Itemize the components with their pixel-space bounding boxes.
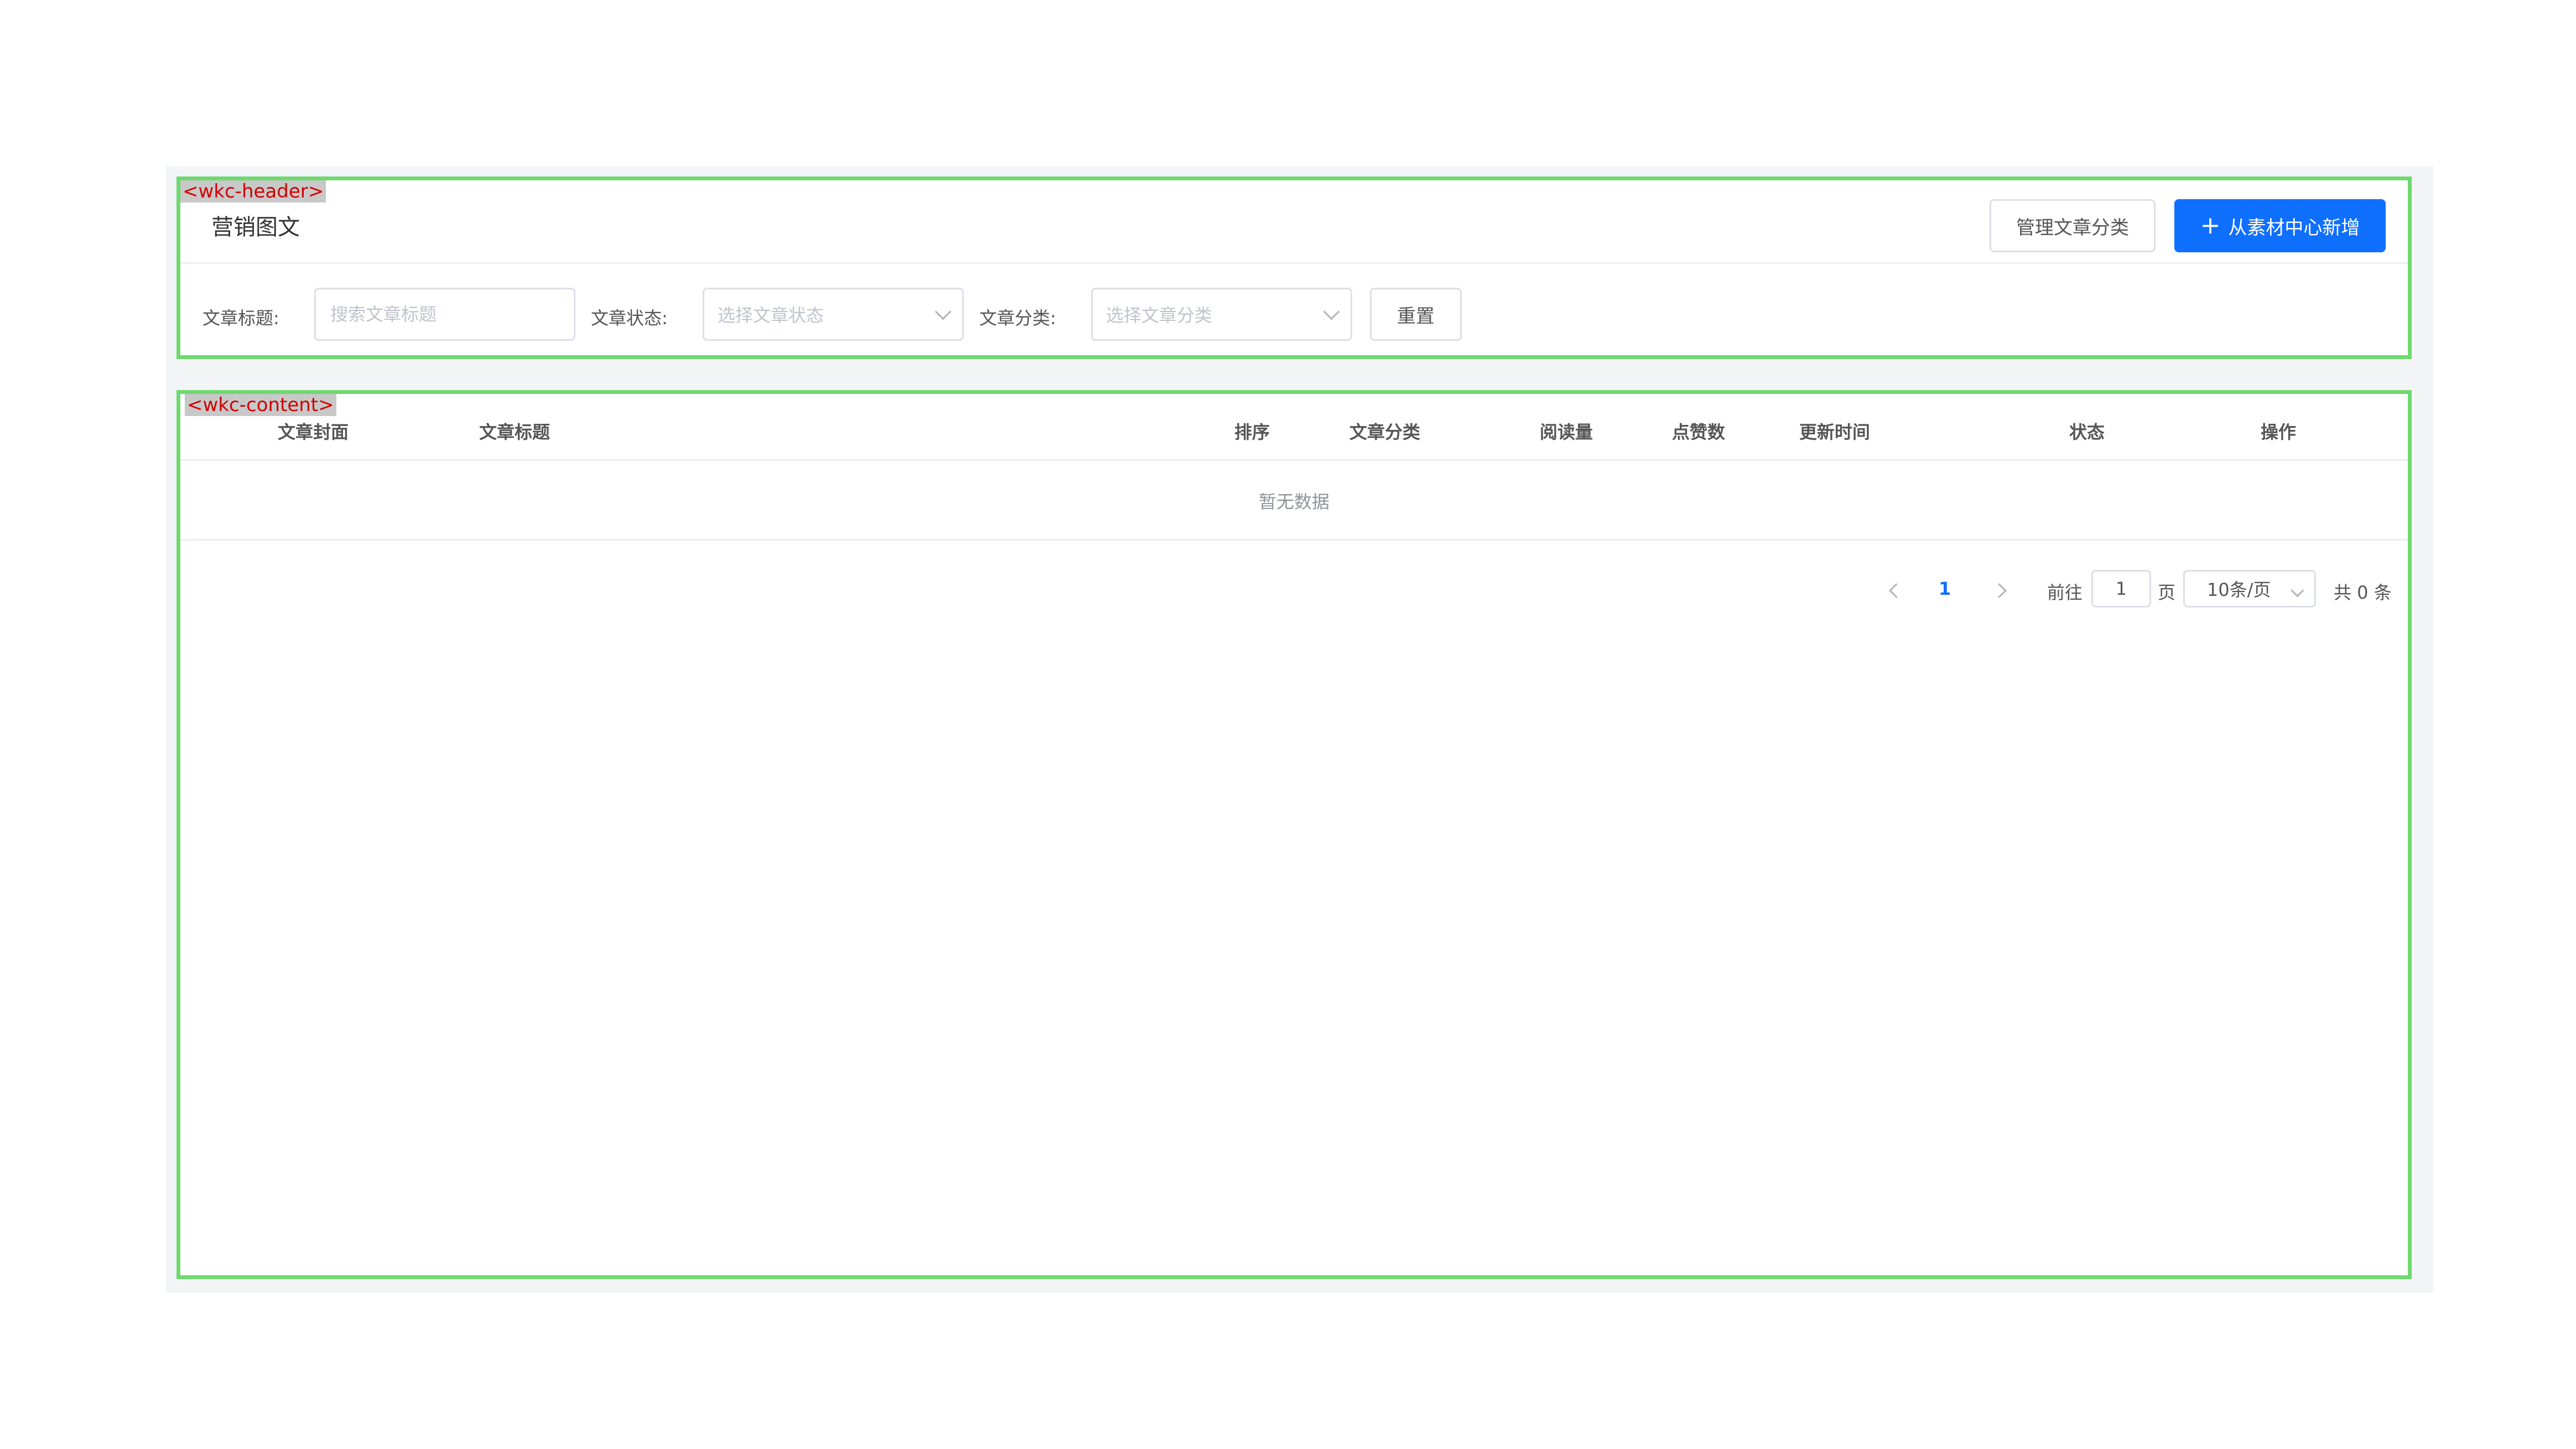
chevron-down-icon [1323, 303, 1340, 320]
current-page-number[interactable]: 1 [1939, 578, 1951, 599]
add-from-library-button[interactable]: + 从素材中心新增 [2174, 199, 2386, 252]
column-header-title: 文章标题 [479, 422, 550, 443]
category-select[interactable]: 选择文章分类 [1091, 288, 1352, 341]
status-select-placeholder: 选择文章状态 [718, 305, 824, 326]
next-page-icon[interactable] [1992, 583, 2007, 598]
prev-page-icon[interactable] [1889, 583, 1904, 598]
table-header: 文章封面 文章标题 排序 文章分类 阅读量 点赞数 更新时间 状态 操作 [180, 394, 2408, 461]
column-header-likes: 点赞数 [1672, 422, 1726, 443]
page-title: 营销图文 [211, 215, 300, 240]
manage-category-button[interactable]: 管理文章分类 [1990, 199, 2156, 252]
category-select-placeholder: 选择文章分类 [1106, 305, 1213, 326]
add-from-library-label: 从素材中心新增 [2228, 216, 2360, 239]
reset-label: 重置 [1397, 305, 1435, 328]
title-search-input[interactable] [329, 303, 560, 325]
content-annotation-tag: <wkc-content> [185, 394, 336, 416]
goto-page-value: 1 [2115, 578, 2127, 599]
goto-suffix: 页 [2158, 582, 2176, 603]
goto-page-input[interactable]: 1 [2091, 570, 2151, 607]
column-header-status: 状态 [2069, 422, 2105, 443]
reset-button[interactable]: 重置 [1370, 288, 1462, 341]
chevron-down-icon [2291, 584, 2304, 598]
category-filter-label: 文章分类: [979, 308, 1056, 329]
column-header-actions: 操作 [2261, 422, 2297, 443]
plus-icon: + [2200, 211, 2221, 240]
status-select[interactable]: 选择文章状态 [703, 288, 964, 341]
empty-row: 暂无数据 [180, 459, 2408, 541]
wkc-content: 文章封面 文章标题 排序 文章分类 阅读量 点赞数 更新时间 状态 操作 <wk… [176, 390, 2412, 1279]
column-header-sort: 排序 [1234, 422, 1270, 443]
column-header-cover: 文章封面 [278, 422, 349, 443]
title-filter-label: 文章标题: [202, 308, 279, 329]
title-search-input-wrapper[interactable] [314, 288, 575, 341]
wkc-header: <wkc-header> 营销图文 管理文章分类 + 从素材中心新增 文章标题:… [176, 176, 2412, 359]
column-header-updated: 更新时间 [1799, 422, 1871, 443]
page-size-value: 10条/页 [2207, 579, 2271, 600]
page-size-select[interactable]: 10条/页 [2183, 570, 2316, 607]
empty-text: 暂无数据 [1258, 491, 1330, 512]
goto-prefix: 前往 [2047, 582, 2083, 603]
column-header-views: 阅读量 [1540, 422, 1593, 443]
column-header-category: 文章分类 [1349, 422, 1421, 443]
manage-category-label: 管理文章分类 [2016, 216, 2129, 239]
total-count: 共 0 条 [2334, 582, 2392, 603]
chevron-down-icon [934, 303, 952, 320]
status-filter-label: 文章状态: [591, 308, 668, 329]
header-divider [180, 262, 2408, 264]
header-annotation-tag: <wkc-header> [180, 180, 326, 202]
